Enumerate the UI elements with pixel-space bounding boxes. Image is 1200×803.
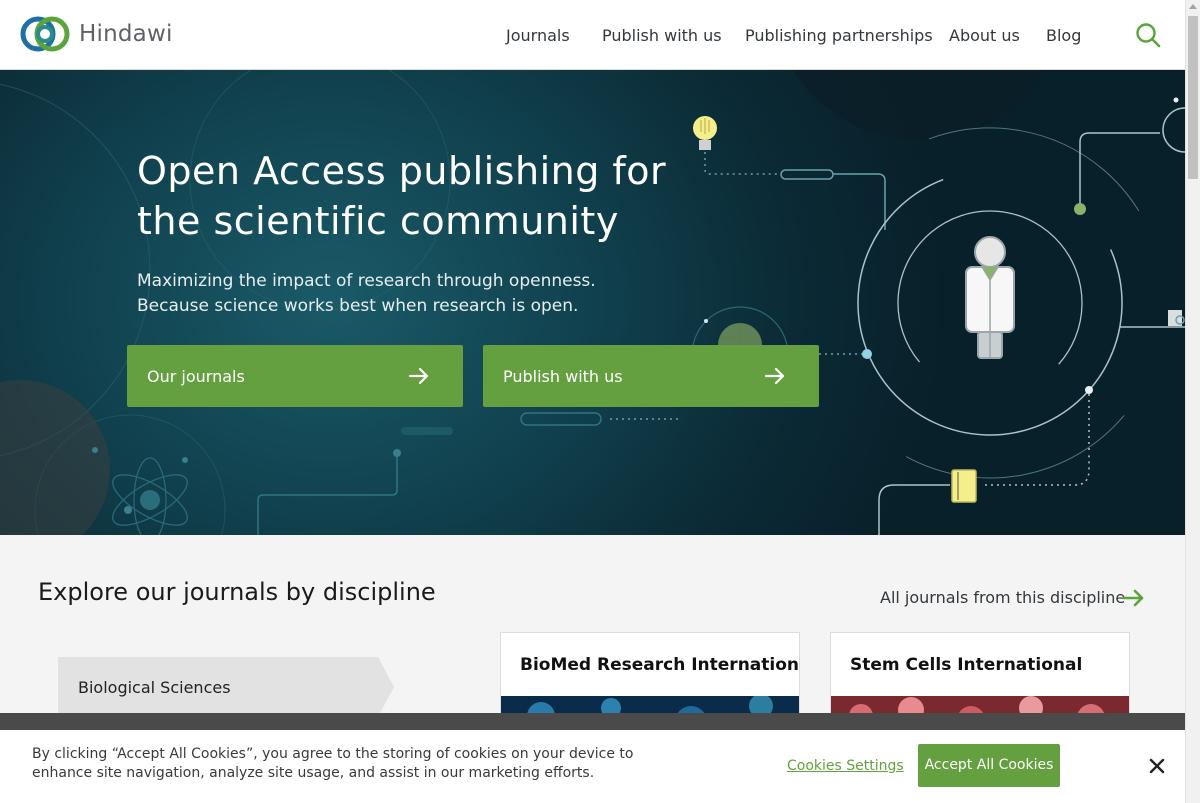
nav-publish-with-us[interactable]: Publish with us (602, 26, 722, 45)
close-icon[interactable] (1148, 757, 1166, 775)
cookies-settings-link[interactable]: Cookies Settings (787, 758, 904, 774)
nav-about-us[interactable]: About us (949, 26, 1020, 45)
arrow-right-icon[interactable] (1122, 586, 1146, 610)
all-journals-discipline-link[interactable]: All journals from this discipline (880, 588, 1125, 607)
hero-title: Open Access publishing for the scientifi… (137, 149, 667, 243)
journal-title: Stem Cells International (850, 655, 1083, 675)
accept-all-cookies-button[interactable]: Accept All Cookies (918, 744, 1060, 787)
arrow-right-icon (764, 367, 785, 385)
our-journals-label: Our journals (147, 367, 245, 386)
cookie-banner: By clicking “Accept All Cookies”, you ag… (0, 730, 1185, 803)
search-icon[interactable] (1135, 22, 1161, 48)
scrollbar-thumb[interactable] (1188, 16, 1198, 179)
hero-subtitle: Maximizing the impact of research throug… (137, 271, 596, 316)
hero-banner: Open Access publishing for the scientifi… (0, 70, 1185, 535)
nav-publishing-partnerships[interactable]: Publishing partnerships (745, 26, 933, 45)
brand-name: Hindawi (79, 21, 173, 47)
hindawi-logo[interactable]: Hindawi (19, 14, 173, 54)
site-header: Hindawi Journals Publish with us Publish… (0, 0, 1185, 70)
publish-with-us-label: Publish with us (503, 367, 623, 386)
cookie-banner-overlay (0, 713, 1185, 730)
arrow-right-icon (408, 367, 429, 385)
journal-title: BioMed Research International (520, 655, 800, 675)
hindawi-logo-icon (20, 16, 70, 52)
our-journals-button[interactable]: Our journals (127, 345, 463, 407)
nav-blog[interactable]: Blog (1046, 26, 1081, 45)
nav-journals[interactable]: Journals (506, 26, 570, 45)
cookie-text: By clicking “Accept All Cookies”, you ag… (32, 746, 634, 781)
page-scrollbar[interactable] (1185, 0, 1200, 803)
page: Hindawi Journals Publish with us Publish… (0, 0, 1200, 803)
explore-section-title: Explore our journals by discipline (38, 578, 436, 606)
scroll-up-icon[interactable] (1189, 4, 1197, 9)
discipline-label: Biological Sciences (78, 678, 231, 697)
publish-with-us-button[interactable]: Publish with us (483, 345, 819, 407)
